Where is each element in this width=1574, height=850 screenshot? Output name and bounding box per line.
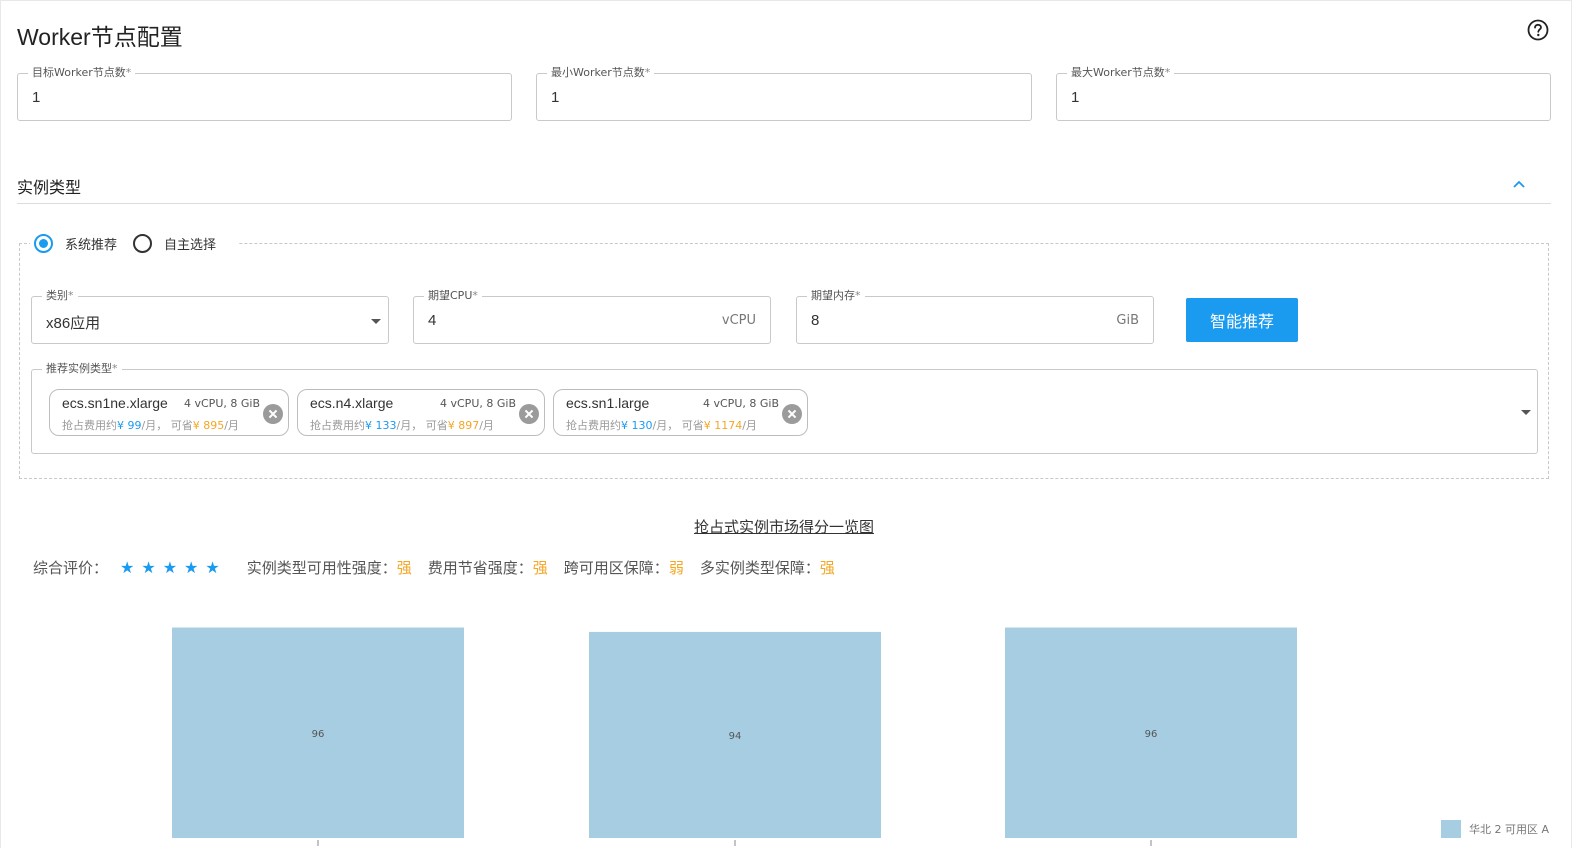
- radio-manual-select[interactable]: [133, 233, 153, 253]
- target-worker-count-field[interactable]: 目标Worker节点数* 1: [17, 65, 512, 121]
- field-value: 1: [1071, 89, 1080, 106]
- field-value: x86应用: [46, 315, 101, 332]
- star-rating: ★★★★★: [120, 558, 227, 577]
- section-divider: [17, 203, 1551, 204]
- category-select[interactable]: 类别* x86应用: [31, 288, 389, 344]
- chip-name: ecs.sn1.large: [566, 395, 650, 411]
- radio-label-system-recommend[interactable]: 系统推荐: [65, 234, 117, 253]
- instance-chip[interactable]: ecs.n4.xlarge 4 vCPU, 8 GiB 抢占费用约¥ 133/月…: [297, 389, 545, 436]
- field-label: 类别*: [42, 288, 78, 304]
- chip-name: ecs.sn1ne.xlarge: [62, 395, 168, 411]
- chip-price: 抢占费用约¥ 130/月， 可省¥ 1174/月: [566, 419, 757, 432]
- chip-price: 抢占费用约¥ 133/月， 可省¥ 897/月: [310, 419, 494, 432]
- field-value: 1: [551, 89, 560, 106]
- field-label: 期望内存*: [807, 288, 865, 304]
- radio-label-manual-select[interactable]: 自主选择: [164, 234, 216, 253]
- chip-spec: 4 vCPU, 8 GiB: [184, 397, 260, 410]
- field-value: 8: [811, 312, 820, 329]
- bar-data-label: 96: [312, 729, 325, 740]
- min-worker-count-field[interactable]: 最小Worker节点数* 1: [536, 65, 1032, 121]
- remove-chip-icon[interactable]: [519, 404, 539, 424]
- instance-chip[interactable]: ecs.sn1.large 4 vCPU, 8 GiB 抢占费用约¥ 130/月…: [553, 389, 808, 436]
- chip-spec: 4 vCPU, 8 GiB: [440, 397, 516, 410]
- field-label: 最大Worker节点数*: [1067, 65, 1175, 81]
- legend-label: 华北 2 可用区 A: [1469, 823, 1550, 836]
- overall-rating-label: 综合评价：: [33, 559, 109, 577]
- bar-data-label: 96: [1145, 729, 1158, 740]
- remove-chip-icon[interactable]: [263, 404, 283, 424]
- rating-row: 综合评价： ★★★★★ 实例类型可用性强度：强 费用节省强度：强 跨可用区保障：…: [33, 557, 851, 578]
- max-worker-count-field[interactable]: 最大Worker节点数* 1: [1056, 65, 1551, 121]
- bar-data-label: 94: [729, 731, 742, 742]
- section-title-instance-type: 实例类型: [17, 178, 82, 197]
- score-bar-chart: 96 94 96: [172, 627, 1297, 846]
- metric-cross-zone: 跨可用区保障：弱: [563, 559, 684, 577]
- selection-mode-radio-group: 系统推荐 自主选择: [30, 232, 239, 254]
- page-title: Worker节点配置: [17, 24, 183, 50]
- radio-system-recommend[interactable]: [34, 233, 53, 253]
- instance-chip[interactable]: ecs.sn1ne.xlarge 4 vCPU, 8 GiB 抢占费用约¥ 99…: [49, 389, 289, 436]
- chip-name: ecs.n4.xlarge: [310, 395, 394, 411]
- field-label: 推荐实例类型*: [42, 361, 122, 377]
- field-label: 最小Worker节点数*: [547, 65, 655, 81]
- smart-recommend-button[interactable]: 智能推荐: [1186, 298, 1298, 342]
- memory-input[interactable]: 期望内存* 8 GiB: [796, 288, 1154, 344]
- chart-legend: 华北 2 可用区 A: [1441, 820, 1549, 838]
- chip-spec: 4 vCPU, 8 GiB: [703, 397, 779, 410]
- chart-title[interactable]: 抢占式实例市场得分一览图: [0, 516, 1568, 537]
- metric-availability: 实例类型可用性强度：强: [246, 559, 412, 577]
- caret-down-icon[interactable]: [371, 319, 381, 324]
- metric-cost-saving: 费用节省强度：强: [427, 559, 548, 577]
- question-circle-icon[interactable]: [1527, 19, 1549, 41]
- field-value: 1: [32, 89, 41, 106]
- cpu-input[interactable]: 期望CPU* 4 vCPU: [413, 288, 771, 344]
- remove-chip-icon[interactable]: [782, 404, 802, 424]
- field-label: 期望CPU*: [424, 288, 482, 304]
- caret-down-icon[interactable]: [1521, 410, 1531, 415]
- chip-price: 抢占费用约¥ 99/月， 可省¥ 895/月: [62, 419, 239, 432]
- recommended-instance-select[interactable]: 推荐实例类型* ecs.sn1ne.xlarge 4 vCPU, 8 GiB 抢…: [31, 361, 1538, 454]
- field-unit: vCPU: [721, 313, 756, 328]
- legend-swatch: [1441, 820, 1461, 838]
- chevron-up-icon[interactable]: [1511, 177, 1527, 191]
- field-value: 4: [428, 312, 437, 329]
- field-label: 目标Worker节点数*: [28, 65, 136, 81]
- metric-multi-instance: 多实例类型保障：强: [699, 559, 835, 577]
- field-unit: GiB: [1116, 313, 1139, 328]
